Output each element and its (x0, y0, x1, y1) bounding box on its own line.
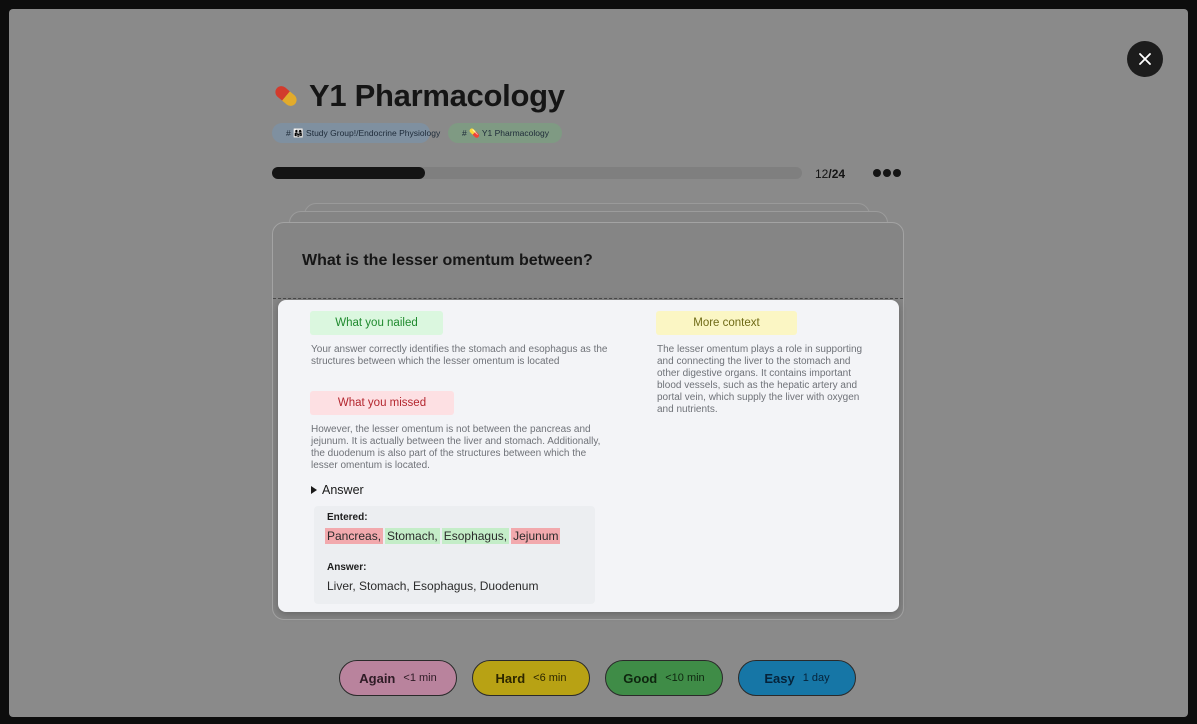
what-you-nailed-label: What you nailed (310, 311, 443, 335)
tag-list: # 👨‍👩‍👧 Study Group!/Endocrine Physiolog… (272, 123, 562, 143)
progress-fill (272, 167, 425, 179)
entered-chip: Jejunum (511, 528, 561, 544)
deck-header: Y1 Pharmacology (271, 74, 565, 118)
easy-button[interactable]: Easy 1 day (738, 660, 856, 696)
easy-interval: 1 day (802, 672, 830, 684)
card-divider (273, 298, 903, 299)
close-button[interactable] (1127, 41, 1163, 77)
progress-count: 12/24 (815, 167, 846, 181)
easy-label: Easy (764, 670, 795, 686)
what-you-missed-text: However, the lesser omentum is not betwe… (311, 424, 601, 471)
again-label: Again (359, 670, 396, 686)
answer-details: Entered: Pancreas, Stomach, Esophagus, J… (314, 506, 595, 604)
hard-interval: <6 min (533, 672, 567, 684)
entered-chip: Esophagus, (441, 528, 510, 544)
dot-icon (893, 169, 901, 177)
entered-answer: Pancreas, Stomach, Esophagus, Jejunum (325, 528, 561, 544)
good-button[interactable]: Good <10 min (605, 660, 723, 696)
hard-label: Hard (495, 670, 526, 686)
answer-toggle-label: Answer (322, 483, 364, 497)
again-button[interactable]: Again <1 min (339, 660, 457, 696)
good-label: Good (623, 670, 658, 686)
dot-icon (873, 169, 881, 177)
more-options-button[interactable] (873, 166, 901, 180)
what-you-nailed-text: Your answer correctly identifies the sto… (311, 344, 608, 367)
pill-icon (275, 86, 297, 106)
correct-answer: Liver, Stomach, Esophagus, Duodenum (327, 579, 539, 593)
tag-y1-pharmacology[interactable]: # 💊 Y1 Pharmacology (448, 123, 562, 143)
rating-buttons: Again <1 min Hard <6 min Good <10 min Ea… (339, 660, 856, 696)
entered-chip: Pancreas, (325, 528, 384, 544)
deck-title: Y1 Pharmacology (309, 78, 565, 113)
more-context-label: More context (656, 311, 797, 335)
progress-bar (272, 167, 802, 179)
good-interval: <10 min (665, 672, 705, 684)
hard-button[interactable]: Hard <6 min (472, 660, 590, 696)
entered-label: Entered: (327, 512, 368, 523)
what-you-missed-label: What you missed (310, 391, 454, 415)
card-question: What is the lesser omentum between? (302, 252, 593, 269)
entered-chip: Stomach, (385, 528, 440, 544)
again-interval: <1 min (403, 672, 437, 684)
answer-toggle[interactable]: Answer (311, 483, 364, 497)
feedback-panel: What you nailed Your answer correctly id… (278, 300, 899, 612)
tag-endocrine-physiology[interactable]: # 👨‍👩‍👧 Study Group!/Endocrine Physiolog… (272, 123, 440, 143)
triangle-right-icon (311, 486, 317, 494)
more-context-text: The lesser omentum plays a role in suppo… (657, 344, 863, 415)
dot-icon (883, 169, 891, 177)
answer-label: Answer: (327, 562, 367, 573)
close-icon (1139, 53, 1151, 65)
modal-overlay: Y1 Pharmacology # 👨‍👩‍👧 Study Group!/End… (9, 9, 1188, 717)
